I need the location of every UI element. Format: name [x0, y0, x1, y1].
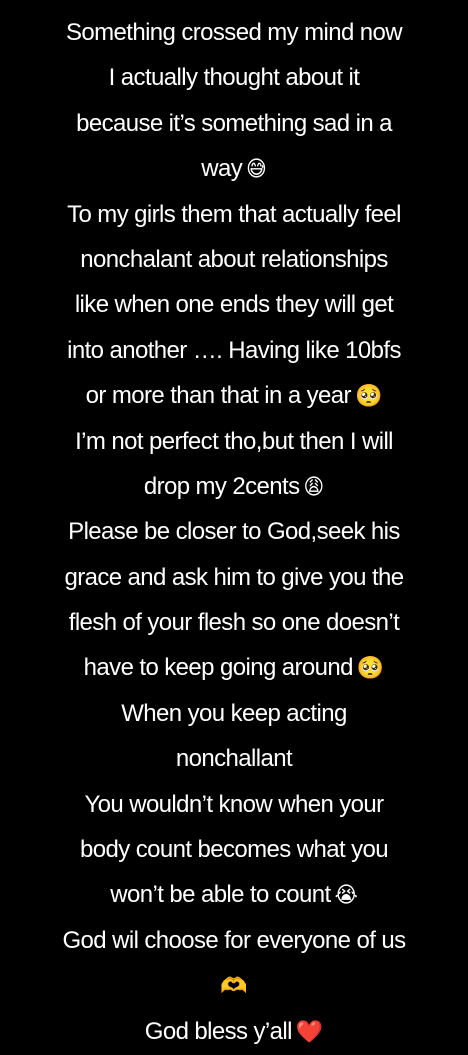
pleading-face-emoji-icon: 🥺 [354, 384, 383, 410]
story-line: To my girls them that actually feel [14, 192, 454, 237]
line-text: have to keep going around [83, 654, 354, 682]
story-line: way 😅 [14, 146, 454, 191]
story-text-overlay: Something crossed my mind now I actually… [0, 10, 468, 1054]
line-text: into another …. Having like 10bfs [67, 336, 401, 364]
story-line: because it’s something sad in a [14, 101, 454, 146]
story-line: grace and ask him to give you the [14, 555, 454, 600]
line-text: drop my 2cents [143, 472, 300, 500]
story-line: You wouldn’t know when your [14, 782, 454, 827]
crying-face-emoji-icon: 😭 [334, 883, 358, 909]
line-text: because it’s something sad in a [76, 109, 392, 137]
story-line: God wil choose for everyone of us [14, 918, 454, 963]
story-line: have to keep going around 🥺 [14, 645, 454, 690]
line-text: When you keep acting [121, 699, 347, 727]
line-text: Please be closer to God,seek his [68, 518, 400, 546]
story-line: Please be closer to God,seek his [14, 509, 454, 554]
line-text: I’m not perfect tho,but then I will [75, 427, 393, 455]
line-text: grace and ask him to give you the [64, 563, 404, 591]
line-text: body count becomes what you [80, 836, 389, 864]
line-text: I actually thought about it [108, 64, 360, 92]
line-text: To my girls them that actually feel [67, 200, 401, 228]
story-line: flesh of your flesh so one doesn’t [14, 600, 454, 645]
red-heart-emoji-icon: ❤️ [295, 1019, 324, 1045]
heart-hands-emoji-icon: 🫶 [220, 974, 248, 1000]
line-text: God wil choose for everyone of us [62, 926, 406, 954]
story-line: into another …. Having like 10bfs [14, 328, 454, 373]
story-line: I’m not perfect tho,but then I will [14, 419, 454, 464]
line-text: nonchallant [175, 745, 293, 773]
line-text: Something crossed my mind now [65, 19, 403, 46]
line-text: You wouldn’t know when your [84, 790, 384, 818]
line-text: like when one ends they will get [74, 291, 394, 319]
story-line: drop my 2cents 😩 [14, 464, 454, 509]
pleading-face-emoji-icon: 🥺 [356, 656, 385, 682]
line-text: nonchalant about relationships [80, 245, 388, 273]
story-line: like when one ends they will get [14, 282, 454, 327]
story-line: I actually thought about it [14, 55, 454, 100]
story-line: body count becomes what you [14, 827, 454, 872]
line-text: God bless y’all [144, 1017, 293, 1045]
story-line: God bless y’all ❤️ [14, 1009, 454, 1054]
line-text: flesh of your flesh so one doesn’t [68, 609, 400, 637]
story-line: nonchalant about relationships [14, 237, 454, 282]
grinning-sweat-emoji-icon: 😅 [246, 157, 267, 183]
line-text: won’t be able to count [110, 881, 331, 909]
story-line: won’t be able to count 😭 [14, 872, 454, 917]
story-line: or more than that in a year 🥺 [14, 373, 454, 418]
line-text: way [201, 155, 243, 183]
line-text: or more than that in a year [85, 382, 352, 410]
story-line: 🫶 [14, 963, 454, 1008]
story-line: nonchallant [14, 736, 454, 781]
story-line: Something crossed my mind now [14, 10, 454, 55]
story-line: When you keep acting [14, 691, 454, 736]
weary-face-emoji-icon: 😩 [303, 474, 325, 500]
